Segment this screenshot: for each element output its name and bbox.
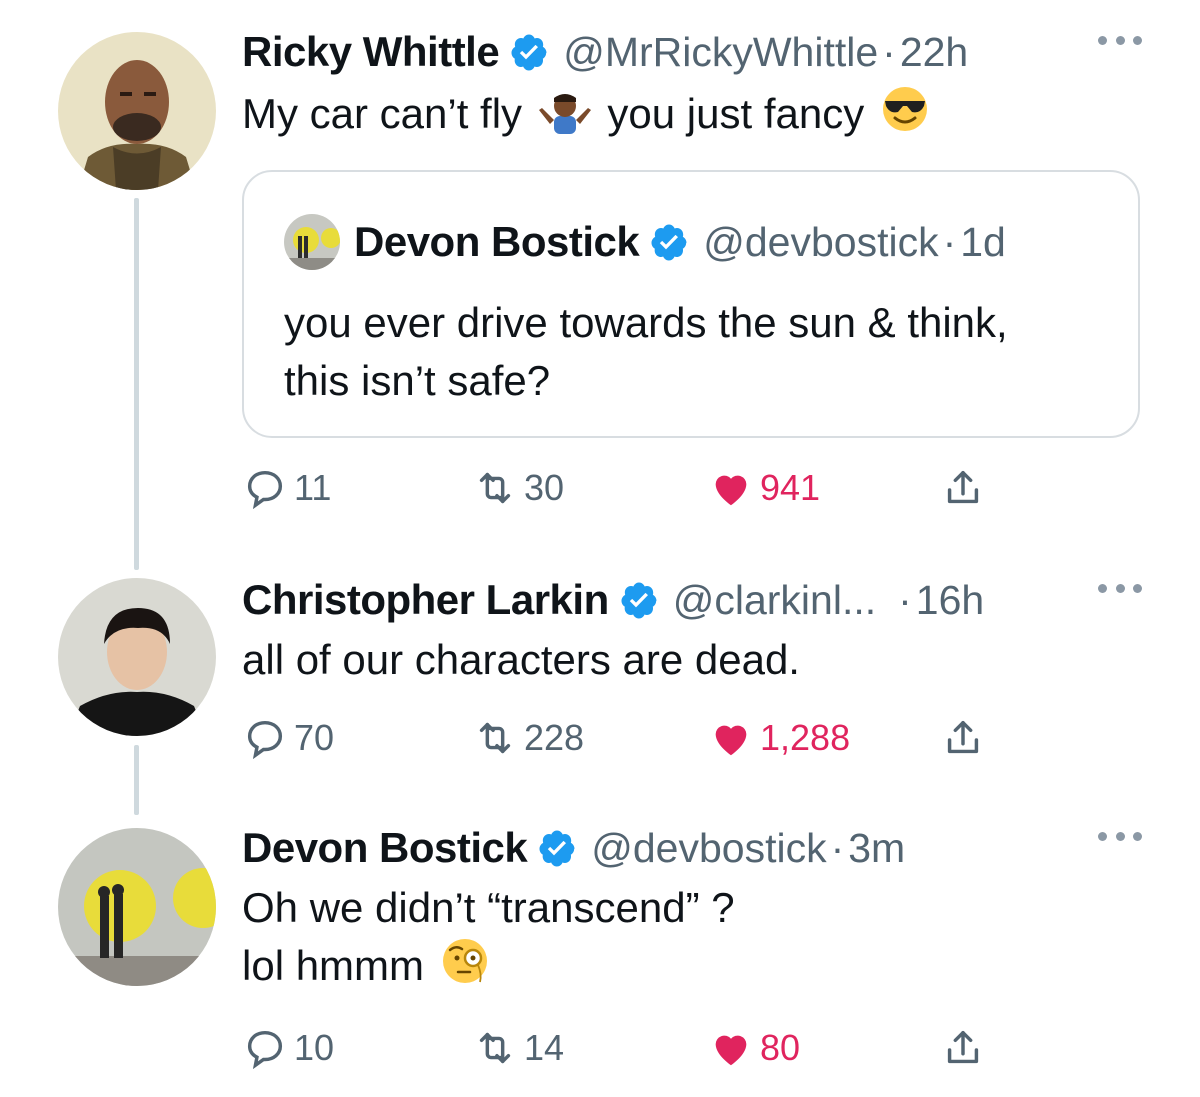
share-icon [947,1030,979,1064]
reply-icon [247,470,283,510]
like-button[interactable]: 1,288 [708,715,850,761]
tweet-text: Oh we didn’t “transcend” ? lol hmmm [242,880,1142,994]
tweet-text-line-2-row: lol hmmm [242,936,1142,994]
timestamp[interactable]: 3m [848,825,905,872]
retweet-button[interactable]: 30 [472,465,564,511]
reply-button[interactable]: 11 [242,465,331,511]
reply-button[interactable]: 70 [242,715,334,761]
separator-dot: · [830,824,845,871]
share-button[interactable] [940,715,992,761]
quoted-tweet-header: Devon Bostick @devbostick · 1d [284,214,1006,270]
user-handle[interactable]: @MrRickyWhittle [563,29,878,76]
tweet-actions: 10 14 80 [242,1025,1042,1075]
quoted-text-line-2: this isn’t safe? [284,357,551,404]
user-handle[interactable]: @clarkinl... [673,577,876,624]
avatar-christopher-larkin[interactable] [58,578,216,736]
share-icon [947,470,979,504]
tweet-text-line-2: lol hmmm [242,942,425,989]
retweet-count: 14 [524,1027,565,1068]
verified-badge-icon [621,582,657,619]
verified-badge-icon [511,34,547,71]
more-options-icon[interactable] [1098,826,1142,846]
more-options-icon[interactable] [1098,578,1142,598]
like-count: 1,288 [760,717,851,758]
tweet-text-line-1: Oh we didn’t “transcend” ? [242,884,735,931]
heart-filled-icon [715,725,747,756]
retweet-button[interactable]: 228 [472,715,584,761]
tweet-text: all of our characters are dead. [242,636,800,683]
display-name[interactable]: Devon Bostick [242,824,528,872]
verified-badge-icon [539,830,575,867]
avatar-devon-bostick[interactable] [58,828,216,986]
like-count: 941 [760,467,821,508]
like-count: 80 [760,1027,801,1068]
share-icon [947,720,979,754]
reply-button[interactable]: 10 [242,1025,334,1071]
display-name[interactable]: Ricky Whittle [242,28,500,76]
quoted-text-line-1: you ever drive towards the sun & think, [284,299,1008,346]
quoted-tweet[interactable]: Devon Bostick @devbostick · 1d you ever … [242,170,1140,438]
tweet-header: Ricky Whittle @MrRickyWhittle · 22h [242,22,1142,82]
quoted-user-handle: @devbostick [703,218,939,265]
quoted-timestamp: 1d [960,218,1006,265]
retweet-icon [479,472,511,504]
timestamp[interactable]: 16h [916,577,984,624]
retweet-icon [479,1032,511,1064]
tweet-header: Christopher Larkin @clarkinl... · 16h [242,570,1142,630]
share-button[interactable] [940,1025,992,1071]
person-shrugging-emoji [538,94,591,134]
tweet-text-part-2: you just fancy [607,90,865,137]
tweet-header: Devon Bostick @devbostick · 3m [242,818,1142,878]
tweet-actions: 70 228 1,288 [242,715,1042,765]
face-with-monocle-emoji [442,939,487,983]
reply-count: 70 [294,717,335,758]
quoted-avatar [284,214,340,270]
more-options-icon[interactable] [1098,30,1142,50]
separator-dot: · [942,218,957,265]
verified-badge-icon [651,224,687,261]
avatar-image [58,828,216,986]
avatar-image [58,32,216,190]
separator-dot: · [882,28,896,75]
retweet-icon [479,722,511,754]
tweet-text: My car can’t fly you just fancy [242,84,1142,142]
smiling-face-with-sunglasses-emoji [882,87,927,131]
display-name[interactable]: Christopher Larkin [242,576,609,624]
retweet-button[interactable]: 14 [472,1025,564,1071]
heart-filled-icon [715,1035,747,1066]
separator-dot: · [898,576,912,623]
quoted-tweet-text: you ever drive towards the sun & think, … [284,294,1098,410]
tweet-text-part-1: My car can’t fly [242,90,523,137]
quoted-display-name: Devon Bostick [354,218,640,265]
reply-count: 11 [294,467,332,508]
share-button[interactable] [940,465,992,511]
tweet-actions: 11 30 941 [242,465,1042,515]
avatar-image [58,578,216,736]
heart-filled-icon [715,475,747,506]
tweet-3[interactable]: Devon Bostick @devbostick · 3m Oh we did… [0,810,1200,1097]
retweet-count: 228 [524,717,585,758]
retweet-count: 30 [524,467,565,508]
like-button[interactable]: 80 [708,1025,800,1071]
reply-count: 10 [294,1027,335,1068]
tweet-1[interactable]: Ricky Whittle @MrRickyWhittle · 22h My c… [0,0,1200,540]
user-handle[interactable]: @devbostick [591,825,826,872]
reply-icon [247,720,283,760]
reply-icon [247,1030,283,1070]
tweet-2[interactable]: Christopher Larkin @clarkinl... · 16h al… [0,560,1200,780]
avatar-ricky-whittle[interactable] [58,32,216,190]
like-button[interactable]: 941 [708,465,820,511]
timestamp[interactable]: 22h [900,29,968,76]
